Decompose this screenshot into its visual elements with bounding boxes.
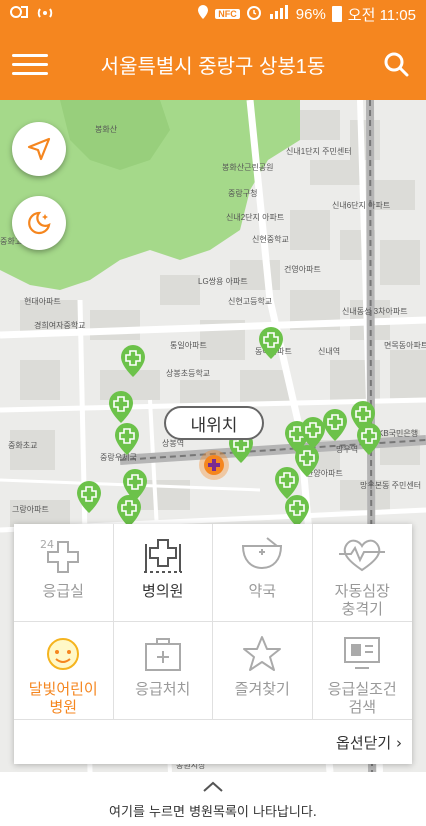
map-label: 통일아파트	[170, 341, 207, 350]
map-label: 그랑아파트	[12, 505, 49, 514]
category-pharmacy[interactable]: 약국	[213, 524, 313, 622]
first-aid-kit-icon	[144, 638, 181, 671]
category-favorites[interactable]: 즐겨찾기	[213, 622, 313, 720]
chevron-up-icon	[202, 778, 224, 797]
map-label: 면목동아파트	[384, 341, 426, 350]
category-panel: 24 응급실 병의원 약국 자동심장 충격기 달빛어린이 병원 응급처치 즐겨찾…	[14, 524, 412, 764]
map-label: 상봉초등학교	[166, 369, 211, 378]
category-label: 자동심장 충격기	[334, 582, 390, 618]
category-moonlight-children[interactable]: 달빛어린이 병원	[14, 622, 114, 720]
hospital-pin[interactable]	[76, 480, 102, 514]
navigation-arrow-icon[interactable]	[12, 122, 66, 176]
hospital-pin[interactable]	[108, 390, 134, 424]
hotspot-icon	[36, 4, 54, 24]
battery-icon	[331, 6, 342, 22]
hospital-pin[interactable]	[356, 422, 382, 456]
map-label: 건영아파트	[284, 265, 321, 274]
app-notification-icon	[10, 4, 28, 24]
night-mode-moon-icon[interactable]	[12, 196, 66, 250]
category-emergency-room[interactable]: 24 응급실	[14, 524, 114, 622]
map-label: 신현고등학교	[228, 297, 273, 306]
hospital-pin[interactable]	[122, 468, 148, 502]
list-hint-text: 여기를 누르면 병원목록이 나타납니다.	[109, 805, 317, 820]
hospital-pin[interactable]	[258, 326, 284, 360]
map-label: 봉화산	[95, 125, 118, 134]
hospital-list-toggle[interactable]: 여기를 누르면 병원목록이 나타납니다.	[0, 772, 426, 826]
map-label: 신내역	[318, 347, 341, 356]
map-label: 봉화산근린공원	[222, 163, 274, 172]
category-label: 응급실조건 검색	[327, 680, 397, 716]
alarm-icon	[246, 4, 262, 24]
map-label: 중화초교	[8, 441, 38, 450]
heart-defibrillator-icon	[339, 539, 386, 572]
search-icon[interactable]	[378, 46, 414, 82]
star-icon	[243, 636, 282, 671]
map-label: 신내2단지 아파트	[226, 213, 285, 222]
map-label: 신내6단지 아파트	[332, 201, 391, 210]
pharmacy-icon	[242, 537, 283, 570]
category-er-condition-search[interactable]: 응급실조건 검색	[312, 622, 412, 720]
map-label: 중랑구청	[228, 189, 258, 198]
nfc-icon: NFC	[215, 9, 240, 19]
location-title: 서울특별시 중랑구 상봉1동	[100, 55, 326, 78]
hospital-pin[interactable]	[322, 408, 348, 442]
hospital-pin[interactable]	[120, 344, 146, 378]
map-label: 경희여자중학교	[34, 321, 86, 330]
map-label: LG쌍용 아파트	[198, 277, 248, 286]
category-label: 응급처치	[135, 680, 191, 698]
status-bar: NFC 96% 오전 11:05	[0, 0, 426, 28]
map-label: 망우본동 주민센터	[360, 481, 422, 490]
map-label: 현대아파트	[24, 297, 61, 306]
moonlight-child-icon	[47, 638, 80, 670]
map-label: 신내1단지 주민센터	[286, 147, 352, 156]
svg-text:24: 24	[40, 538, 54, 551]
emergency-24-icon: 24	[40, 538, 80, 573]
category-label: 즐겨찾기	[234, 680, 290, 698]
hospital-pin[interactable]	[284, 494, 310, 528]
hospital-icon	[143, 539, 182, 573]
app-bar: 서울특별시 중랑구 상봉1동	[0, 28, 426, 100]
condition-search-icon	[344, 637, 381, 669]
category-hospital[interactable]: 병의원	[113, 524, 213, 622]
my-location-marker-icon	[199, 450, 229, 480]
category-label: 병의원	[142, 582, 184, 600]
map-label: KB국민은행	[378, 429, 419, 438]
map-label: 신현중학교	[252, 235, 289, 244]
options-close-button[interactable]: 옵션닫기 ›	[14, 720, 412, 764]
category-label: 달빛어린이 병원	[28, 680, 98, 716]
map-label: 신내동성 3차아파트	[342, 307, 408, 316]
category-label: 응급실	[42, 582, 84, 600]
category-first-aid[interactable]: 응급처치	[113, 622, 213, 720]
clock: 오전 11:05	[347, 6, 416, 24]
hospital-pin[interactable]	[114, 422, 140, 456]
hamburger-menu-icon[interactable]	[12, 46, 48, 82]
category-label: 약국	[248, 582, 277, 600]
lte-signal-icon	[268, 4, 290, 24]
battery-percent: 96%	[295, 5, 326, 23]
map-label: 망우역	[336, 445, 359, 454]
my-location-label: 내위치	[164, 406, 264, 440]
location-icon	[197, 4, 209, 24]
category-defibrillator[interactable]: 자동심장 충격기	[312, 524, 412, 622]
